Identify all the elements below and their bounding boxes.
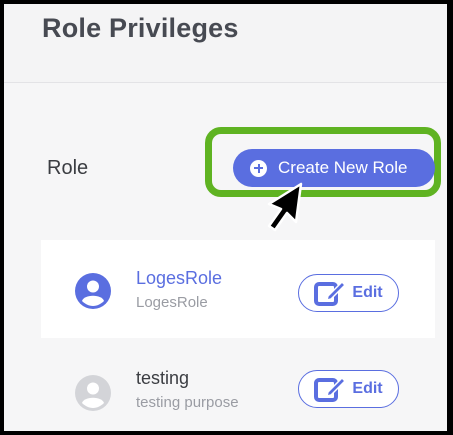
list-item[interactable]: testing testing purpose Edit [41,338,435,431]
page-title: Role Privileges [42,13,239,43]
list-item[interactable]: LogesRole LogesRole Edit [41,240,435,338]
edit-label: Edit [352,284,383,301]
page-header: Role Privileges [4,4,447,83]
user-avatar-icon [75,273,111,309]
role-name: LogesRole [136,268,223,288]
create-new-role-label: Create New Role [278,158,408,177]
edit-pencil-icon [314,376,347,402]
user-avatar-icon [75,375,111,411]
edit-button[interactable]: Edit [298,274,399,312]
app-window: Role Privileges Role Create New Role Log… [4,4,447,431]
role-description: testing purpose [136,394,239,411]
edit-pencil-icon [314,280,347,306]
role-name: testing [136,368,190,388]
role-description: LogesRole [136,294,208,311]
plus-circle-icon [250,159,267,177]
mouse-pointer-icon [267,182,303,232]
edit-button[interactable]: Edit [298,370,399,408]
edit-label: Edit [352,380,383,397]
section-label: Role [47,157,89,179]
